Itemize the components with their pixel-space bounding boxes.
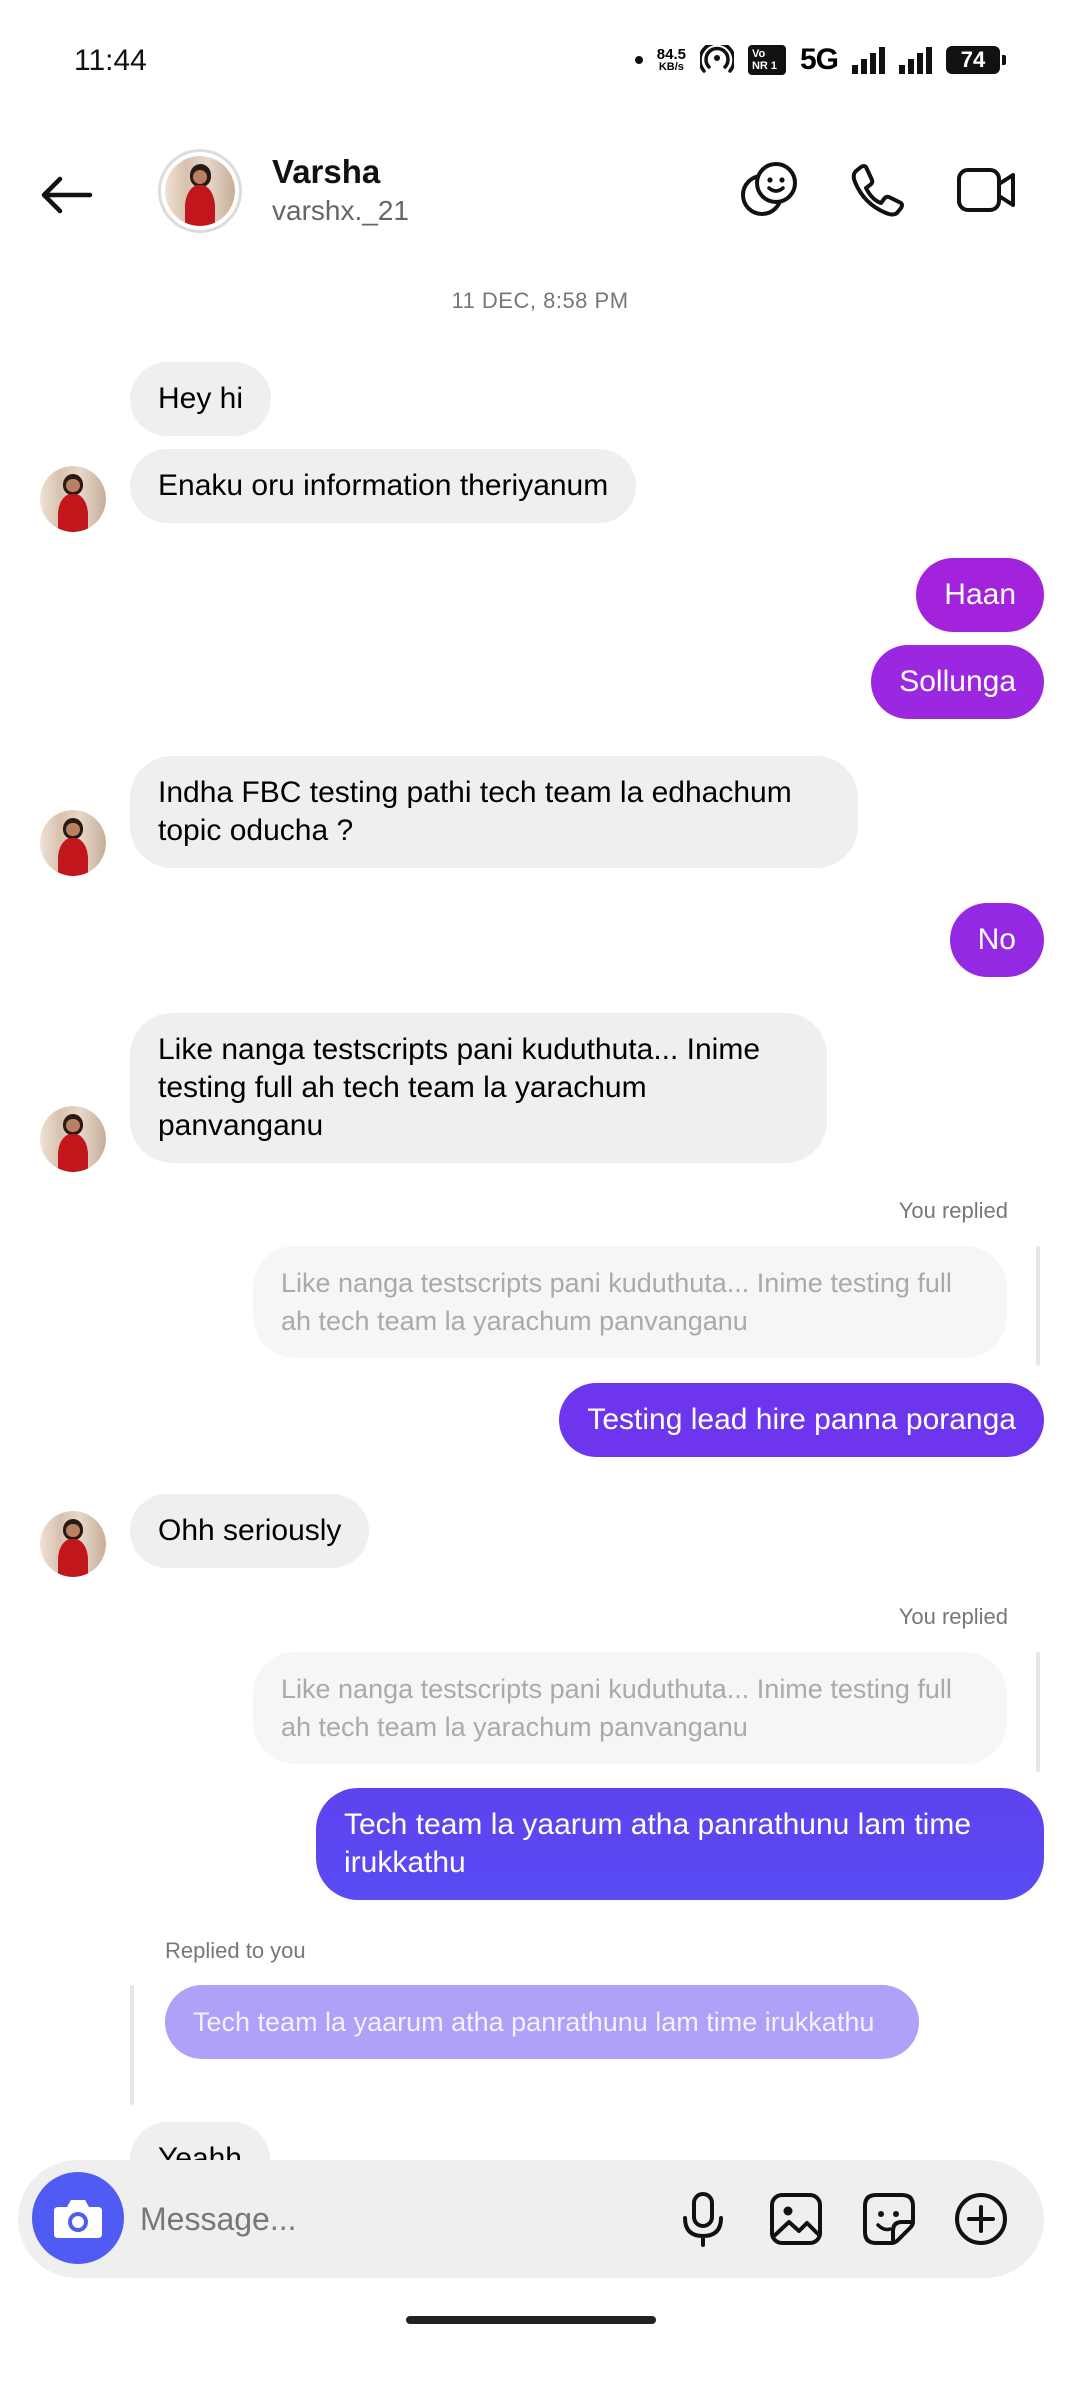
message-bubble-outgoing[interactable]: Tech team la yaarum atha panrathunu lam … — [316, 1788, 1044, 1900]
reply-label: You replied — [898, 1604, 1008, 1629]
volte-badge: Vo NR 1 — [747, 44, 786, 76]
sticker-icon — [863, 2193, 915, 2245]
hotspot-icon — [699, 45, 734, 73]
sender-avatar[interactable] — [40, 810, 106, 876]
status-bar: 11:44 84.5 KB/s Vo NR 1 5G 74 — [0, 0, 1080, 125]
message-bubble-outgoing[interactable]: Sollunga — [871, 645, 1044, 719]
status-icons: 84.5 KB/s Vo NR 1 5G 74 — [634, 40, 1006, 80]
video-camera-icon — [957, 168, 1015, 212]
contact-name[interactable]: Varsha — [272, 153, 380, 191]
reply-label: You replied — [898, 1198, 1008, 1223]
quote-bar — [1036, 1246, 1040, 1366]
network-speed-unit: KB/s — [658, 61, 684, 73]
home-indicator[interactable] — [406, 2316, 656, 2324]
contact-handle[interactable]: varshx._21 — [272, 195, 409, 227]
network-type: 5G — [799, 43, 839, 76]
sticker-button[interactable] — [856, 2186, 922, 2252]
back-button[interactable] — [36, 165, 96, 225]
message-bubble-incoming[interactable]: Indha FBC testing pathi tech team la edh… — [130, 756, 858, 868]
more-options-button[interactable] — [948, 2186, 1014, 2252]
quoted-message[interactable]: Like nanga testscripts pani kuduthuta...… — [253, 1652, 1007, 1764]
quoted-message[interactable]: Like nanga testscripts pani kuduthuta...… — [253, 1246, 1007, 1358]
sender-avatar[interactable] — [40, 466, 106, 532]
chat-timestamp: 11 DEC, 8:58 PM — [451, 288, 629, 313]
chat-header: Varsha varshx._21 — [0, 125, 1080, 265]
camera-button[interactable] — [32, 2172, 124, 2264]
message-bubble-incoming[interactable]: Hey hi — [130, 362, 272, 436]
signal-strength-2-icon — [899, 46, 932, 74]
voice-message-button[interactable] — [670, 2186, 736, 2252]
gallery-button[interactable] — [763, 2186, 829, 2252]
network-speed: 84.5 KB/s — [657, 47, 686, 73]
camera-icon — [54, 2200, 102, 2238]
network-speed-value: 84.5 — [656, 46, 686, 63]
message-bubble-incoming[interactable]: Like nanga testscripts pani kuduthuta...… — [130, 1013, 827, 1163]
video-call-button[interactable] — [952, 155, 1022, 225]
message-bubble-outgoing[interactable]: Testing lead hire panna poranga — [559, 1383, 1044, 1457]
message-composer — [18, 2160, 1044, 2278]
microphone-icon — [683, 2192, 723, 2247]
message-bubble-incoming[interactable]: Ohh seriously — [130, 1494, 370, 1568]
sender-avatar[interactable] — [40, 1511, 106, 1577]
status-time: 11:44 — [74, 44, 147, 77]
battery-icon: 74 — [946, 46, 1006, 74]
message-bubble-outgoing[interactable]: No — [949, 903, 1044, 977]
effects-icon — [741, 162, 797, 216]
message-input[interactable] — [140, 2190, 560, 2248]
header-avatar[interactable] — [158, 149, 242, 233]
phone-icon — [851, 164, 904, 217]
call-button[interactable] — [843, 155, 913, 225]
message-bubble-incoming[interactable]: Enaku oru information theriyanum — [130, 449, 637, 523]
quote-bar — [1036, 1652, 1040, 1772]
sender-avatar[interactable] — [40, 1106, 106, 1172]
quote-bar — [130, 1985, 134, 2105]
message-bubble-outgoing[interactable]: Haan — [916, 558, 1044, 632]
quoted-message[interactable]: Tech team la yaarum atha panrathunu lam … — [165, 1985, 919, 2059]
profile-photo — [165, 156, 235, 226]
reply-label: Replied to you — [165, 1938, 306, 1963]
back-arrow-icon — [41, 176, 93, 214]
gallery-icon — [770, 2193, 822, 2245]
signal-strength-1-icon — [852, 46, 885, 74]
plus-circle-icon — [955, 2193, 1007, 2245]
notification-dot-icon — [634, 56, 643, 64]
effects-button[interactable] — [734, 155, 804, 225]
